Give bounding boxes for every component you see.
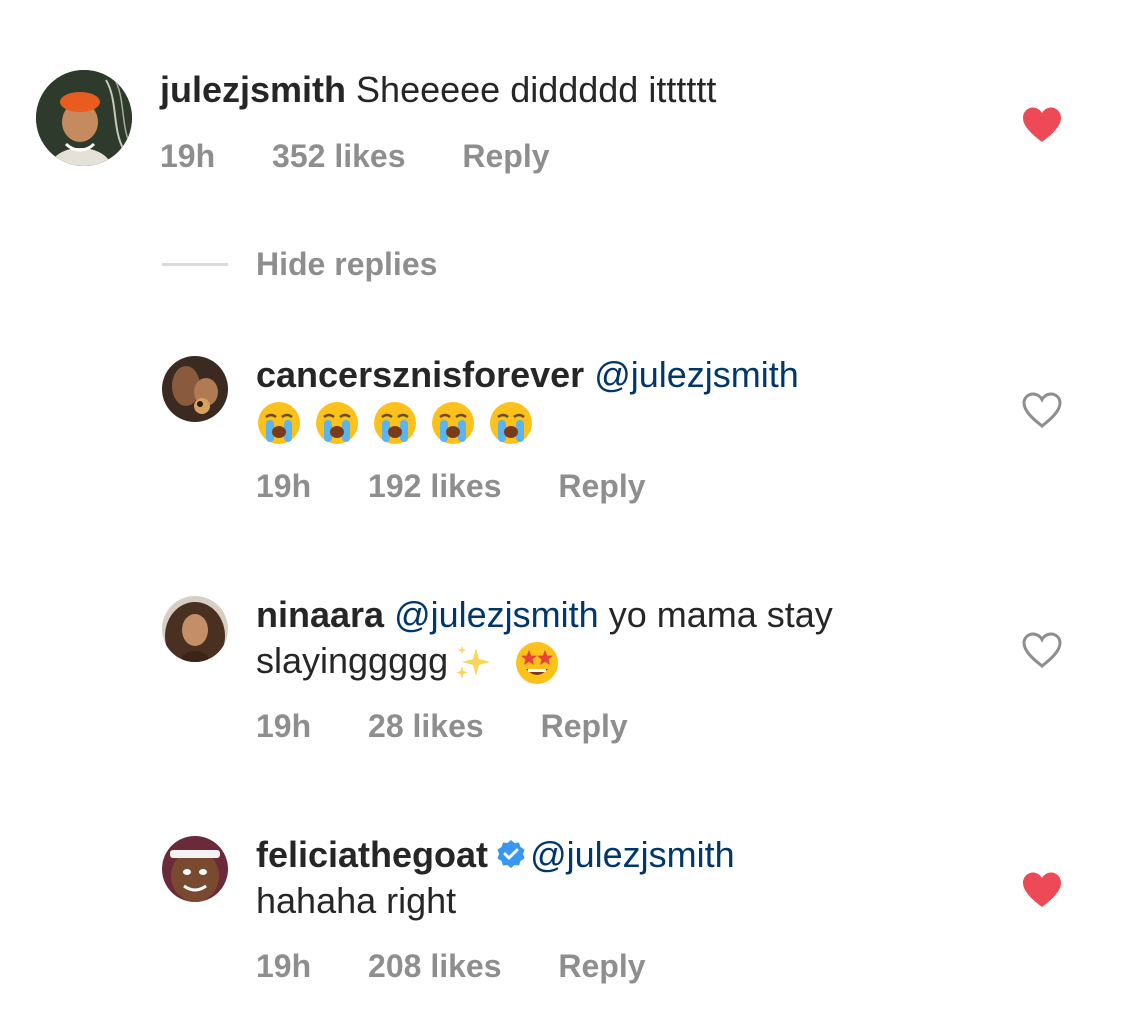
- heart-outline-icon[interactable]: [1021, 631, 1063, 669]
- mention-link[interactable]: @julezjsmith: [530, 834, 735, 875]
- reply-button[interactable]: Reply: [558, 468, 645, 505]
- loudly-crying-face-emoji: [258, 402, 300, 445]
- timestamp: 19h: [256, 468, 312, 504]
- loudly-crying-face-emoji: [490, 402, 532, 445]
- star-struck-emoji: [516, 642, 559, 685]
- comment-body: yo mama stay: [608, 594, 833, 635]
- avatar[interactable]: [162, 596, 228, 662]
- loudly-crying-face-emoji: [374, 402, 416, 445]
- loudly-crying-face-emoji: [316, 402, 358, 445]
- comment-body: Sheeeee diddddd itttttt: [356, 69, 717, 110]
- reply-button[interactable]: Reply: [462, 138, 549, 175]
- verified-badge-icon: [497, 840, 525, 869]
- reply-comment-3: feliciathegoat @julezjsmith hahaha right…: [0, 820, 1125, 1000]
- timestamp: 19h: [160, 138, 216, 174]
- heart-filled-icon[interactable]: [1021, 871, 1063, 909]
- heart-outline-icon[interactable]: [1021, 391, 1063, 429]
- avatar[interactable]: [36, 70, 132, 166]
- likes-count[interactable]: 192 likes: [368, 468, 501, 505]
- hide-replies-label: Hide replies: [256, 246, 438, 282]
- avatar[interactable]: [162, 836, 228, 902]
- comment-body-2: slayinggggg: [256, 640, 449, 681]
- comment-main: julezjsmith Sheeeee diddddd itttttt 19h …: [0, 0, 1125, 200]
- likes-count[interactable]: 208 likes: [368, 948, 501, 985]
- timestamp: 19h: [256, 948, 312, 984]
- username[interactable]: cancersznisforever: [256, 354, 584, 395]
- comment-meta: 19h 352 likes Reply: [160, 138, 550, 175]
- comment-meta: 19h 28 likes Reply: [256, 708, 628, 745]
- username[interactable]: ninaara: [256, 594, 384, 635]
- comment-meta: 19h 208 likes Reply: [256, 948, 646, 985]
- mention-link[interactable]: @julezjsmith: [394, 594, 599, 635]
- timestamp: 19h: [256, 708, 312, 744]
- comment-text-line2: slayinggggg: [256, 638, 560, 686]
- username[interactable]: julezjsmith: [160, 69, 346, 110]
- comment-meta: 19h 192 likes Reply: [256, 468, 646, 505]
- loudly-crying-face-emoji: [432, 402, 474, 445]
- reply-comment-1: cancersznisforever @julezjsmith 19h 192 …: [0, 340, 1125, 520]
- reply-comment-2: ninaara @julezjsmith yo mama stay slayin…: [0, 580, 1125, 760]
- comment-text: ninaara @julezjsmith yo mama stay: [256, 592, 833, 638]
- divider-line: [162, 263, 228, 266]
- reply-button[interactable]: Reply: [558, 948, 645, 985]
- hide-replies-button[interactable]: Hide replies: [162, 244, 482, 284]
- comment-text: julezjsmith Sheeeee diddddd itttttt: [160, 67, 716, 113]
- username[interactable]: feliciathegoat: [256, 834, 488, 875]
- comment-text-line2: hahaha right: [256, 878, 456, 924]
- mention-link[interactable]: @julezjsmith: [594, 354, 799, 395]
- sparkles-emoji: [456, 646, 491, 680]
- likes-count[interactable]: 352 likes: [272, 138, 405, 175]
- avatar[interactable]: [162, 356, 228, 422]
- comment-body: hahaha right: [256, 880, 457, 921]
- emoji-line: [256, 398, 534, 446]
- comment-text: feliciathegoat @julezjsmith: [256, 832, 735, 878]
- comment-text: cancersznisforever @julezjsmith: [256, 352, 799, 398]
- reply-button[interactable]: Reply: [541, 708, 628, 745]
- heart-filled-icon[interactable]: [1021, 106, 1063, 144]
- likes-count[interactable]: 28 likes: [368, 708, 484, 745]
